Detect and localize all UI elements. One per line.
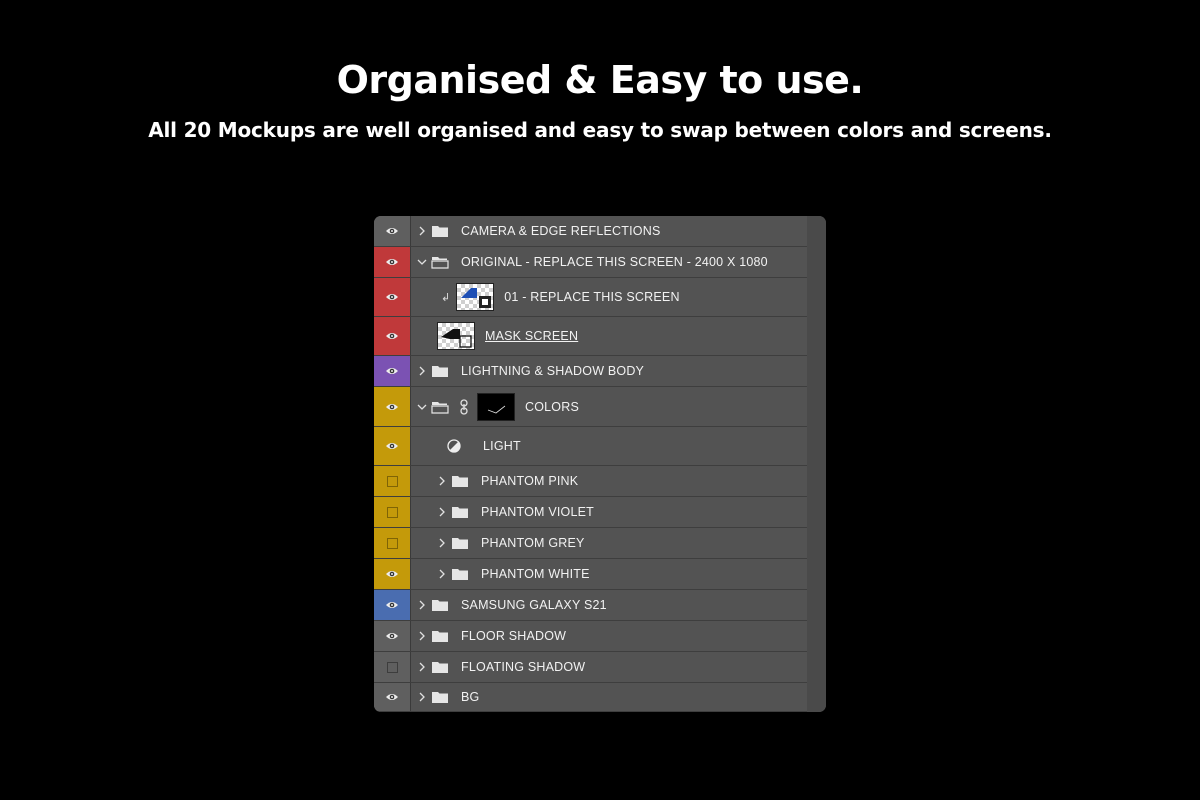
layer-body: FLOOR SHADOW — [411, 621, 566, 651]
folder-open-icon — [431, 400, 455, 414]
layer-row[interactable]: FLOATING SHADOW — [374, 652, 807, 683]
visibility-toggle[interactable] — [374, 652, 411, 682]
chevron-right-icon[interactable] — [437, 538, 451, 548]
folder-icon — [451, 567, 481, 581]
visibility-eye-icon[interactable] — [374, 387, 411, 426]
layer-row[interactable]: PHANTOM GREY — [374, 528, 807, 559]
visibility-eye-icon[interactable] — [374, 559, 411, 589]
folder-icon — [451, 536, 481, 550]
chevron-down-icon[interactable] — [417, 402, 431, 412]
layer-name[interactable]: LIGHTNING & SHADOW BODY — [461, 364, 644, 378]
layer-name[interactable]: LIGHT — [483, 439, 521, 453]
folder-icon — [451, 474, 481, 488]
page-subtitle: All 20 Mockups are well organised and ea… — [148, 118, 1052, 142]
chevron-right-icon[interactable] — [437, 569, 451, 579]
layer-name[interactable]: PHANTOM GREY — [481, 536, 585, 550]
layer-body: LIGHT — [411, 427, 521, 465]
layer-row[interactable]: SAMSUNG GALAXY S21 — [374, 590, 807, 621]
layer-body: ORIGINAL - REPLACE THIS SCREEN - 2400 X … — [411, 247, 768, 277]
layer-row[interactable]: BG — [374, 683, 807, 712]
visibility-eye-icon[interactable] — [374, 590, 411, 620]
layer-row[interactable]: CAMERA & EDGE REFLECTIONS — [374, 216, 807, 247]
layer-row[interactable]: PHANTOM PINK — [374, 466, 807, 497]
layer-body: BG — [411, 683, 479, 711]
folder-icon — [431, 660, 461, 674]
visibility-toggle[interactable] — [374, 466, 411, 496]
smart-object-thumbnail[interactable] — [456, 283, 495, 311]
chevron-right-icon[interactable] — [417, 692, 431, 702]
layer-body: PHANTOM WHITE — [411, 559, 590, 589]
shape-thumbnail[interactable] — [437, 322, 475, 350]
layer-body: ↲ 01 - REPLACE THIS SCREEN — [411, 278, 680, 316]
visibility-eye-icon[interactable] — [374, 247, 411, 277]
folder-icon — [431, 629, 461, 643]
visibility-eye-icon[interactable] — [374, 278, 411, 316]
layer-row[interactable]: FLOOR SHADOW — [374, 621, 807, 652]
layer-name[interactable]: BG — [461, 690, 479, 704]
layer-row[interactable]: ORIGINAL - REPLACE THIS SCREEN - 2400 X … — [374, 247, 807, 278]
visibility-eye-icon[interactable] — [374, 317, 411, 355]
chevron-right-icon[interactable] — [417, 226, 431, 236]
layer-name[interactable]: FLOOR SHADOW — [461, 629, 566, 643]
layer-name[interactable]: PHANTOM PINK — [481, 474, 578, 488]
layer-name[interactable]: COLORS — [525, 400, 579, 414]
folder-open-icon — [431, 255, 461, 269]
layer-name[interactable]: 01 - REPLACE THIS SCREEN — [504, 290, 679, 304]
visibility-off-box — [386, 537, 398, 549]
visibility-eye-icon[interactable] — [374, 427, 411, 465]
visibility-off-box — [386, 475, 398, 487]
link-icon[interactable] — [455, 398, 477, 415]
layer-row[interactable]: PHANTOM WHITE — [374, 559, 807, 590]
layer-row[interactable]: ↲ 01 - REPLACE THIS SCREEN — [374, 278, 807, 317]
folder-icon — [431, 364, 461, 378]
layer-body: PHANTOM PINK — [411, 466, 578, 496]
folder-icon — [451, 505, 481, 519]
visibility-toggle[interactable] — [374, 528, 411, 558]
layer-name[interactable]: CAMERA & EDGE REFLECTIONS — [461, 224, 660, 238]
folder-icon — [431, 224, 461, 238]
layer-body: FLOATING SHADOW — [411, 652, 585, 682]
chevron-right-icon[interactable] — [417, 662, 431, 672]
layer-body: SAMSUNG GALAXY S21 — [411, 590, 607, 620]
layer-body: COLORS — [411, 387, 579, 426]
visibility-off-box — [386, 661, 398, 673]
clipping-arrow-icon: ↲ — [441, 291, 451, 304]
chevron-right-icon[interactable] — [417, 600, 431, 610]
visibility-toggle[interactable] — [374, 497, 411, 527]
layer-body: PHANTOM VIOLET — [411, 497, 594, 527]
layer-name[interactable]: FLOATING SHADOW — [461, 660, 585, 674]
layers-list: CAMERA & EDGE REFLECTIONS ORIGINAL - REPL… — [374, 216, 807, 712]
layer-row[interactable]: LIGHT — [374, 427, 807, 466]
visibility-eye-icon[interactable] — [374, 356, 411, 386]
layers-scrollbar[interactable] — [807, 216, 826, 712]
page-title: Organised & Easy to use. — [336, 58, 864, 102]
layer-body: PHANTOM GREY — [411, 528, 585, 558]
layers-panel: CAMERA & EDGE REFLECTIONS ORIGINAL - REPL… — [374, 216, 826, 712]
adjustment-layer-icon — [447, 439, 461, 453]
layer-name[interactable]: ORIGINAL - REPLACE THIS SCREEN - 2400 X … — [461, 255, 768, 269]
layer-name[interactable]: PHANTOM VIOLET — [481, 505, 594, 519]
layer-row[interactable]: LIGHTNING & SHADOW BODY — [374, 356, 807, 387]
visibility-eye-icon[interactable] — [374, 216, 411, 246]
layer-name[interactable]: MASK SCREEN — [485, 329, 578, 343]
layer-row[interactable]: MASK SCREEN — [374, 317, 807, 356]
layer-body: MASK SCREEN — [411, 317, 578, 355]
folder-icon — [431, 690, 461, 704]
layer-mask-thumbnail[interactable] — [477, 392, 515, 421]
layer-body: LIGHTNING & SHADOW BODY — [411, 356, 644, 386]
visibility-eye-icon[interactable] — [374, 683, 411, 711]
chevron-right-icon[interactable] — [437, 476, 451, 486]
visibility-off-box — [386, 506, 398, 518]
layer-body: CAMERA & EDGE REFLECTIONS — [411, 216, 660, 246]
layer-row[interactable]: PHANTOM VIOLET — [374, 497, 807, 528]
chevron-right-icon[interactable] — [417, 366, 431, 376]
visibility-eye-icon[interactable] — [374, 621, 411, 651]
chevron-down-icon[interactable] — [417, 257, 431, 267]
chevron-right-icon[interactable] — [417, 631, 431, 641]
layer-row[interactable]: COLORS — [374, 387, 807, 427]
folder-icon — [431, 598, 461, 612]
chevron-right-icon[interactable] — [437, 507, 451, 517]
layer-name[interactable]: SAMSUNG GALAXY S21 — [461, 598, 607, 612]
layer-name[interactable]: PHANTOM WHITE — [481, 567, 590, 581]
